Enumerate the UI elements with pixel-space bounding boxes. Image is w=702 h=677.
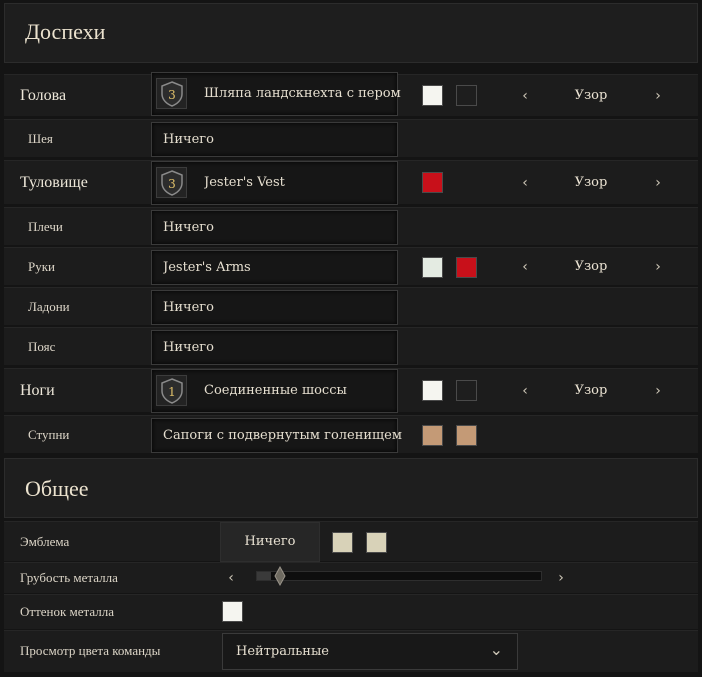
pattern-next-arrow-icon[interactable]: › — [653, 257, 663, 277]
slot-arms[interactable]: Jester's Arms — [151, 250, 398, 285]
color-swatch-1[interactable] — [422, 85, 443, 106]
armor-row-legs: Ноги 1 Соединенные шоссы ‹ Узор › — [4, 368, 698, 413]
tier-badge: 1 — [156, 375, 187, 406]
pattern-label: Узор — [574, 383, 608, 398]
team-select-value: Нейтральные — [236, 644, 329, 659]
pattern-next-arrow-icon[interactable]: › — [653, 381, 663, 401]
armor-row-shoulders: Плечи Ничего — [4, 207, 698, 245]
slot-legs[interactable]: 1 Соединенные шоссы — [151, 369, 398, 413]
slot-item-name: Ничего — [163, 132, 214, 147]
roughness-slider-fill — [257, 572, 271, 580]
roughness-slider-track[interactable] — [256, 571, 542, 581]
row-label-shoulders: Плечи — [28, 219, 63, 234]
pattern-prev-arrow-icon[interactable]: ‹ — [520, 173, 530, 193]
row-label-feet: Ступни — [28, 427, 70, 442]
slot-item-name: Шляпа ландскнехта с пером — [204, 86, 401, 101]
pattern-next-arrow-icon[interactable]: › — [653, 86, 663, 106]
row-label-head: Голова — [20, 87, 67, 104]
slot-neck[interactable]: Ничего — [151, 122, 398, 157]
tier-badge: 3 — [156, 78, 187, 109]
color-swatch-2[interactable] — [456, 85, 477, 106]
pattern-label: Узор — [574, 175, 608, 190]
color-swatch-1[interactable] — [422, 425, 443, 446]
armor-row-head: Голова 3 Шляпа ландскнехта с пером ‹ Узо… — [4, 72, 698, 116]
tint-label: Оттенок металла — [20, 604, 115, 619]
slot-item-name: Ничего — [163, 340, 214, 355]
armor-row-arms: Руки Jester's Arms ‹ Узор › — [4, 247, 698, 285]
general-row-emblem: Эмблема Ничего — [4, 521, 698, 562]
slot-item-name: Jester's Vest — [204, 175, 285, 190]
tier-number: 3 — [168, 88, 176, 102]
color-swatch-2[interactable] — [456, 380, 477, 401]
roughness-slider-thumb[interactable] — [274, 565, 286, 587]
armor-row-feet: Ступни Сапоги с подвернутым голенищем — [4, 415, 698, 453]
slot-head[interactable]: 3 Шляпа ландскнехта с пером — [151, 72, 401, 116]
color-swatch-2[interactable] — [456, 425, 477, 446]
row-label-torso: Туловище — [20, 174, 88, 191]
slot-item-name: Ничего — [163, 300, 214, 315]
armor-row-neck: Шея Ничего — [4, 119, 698, 157]
color-swatch-1[interactable] — [422, 172, 443, 193]
slot-item-name: Ничего — [163, 220, 214, 235]
team-select[interactable]: Нейтральные ⌄ — [222, 633, 518, 670]
tier-number: 3 — [168, 177, 176, 191]
roughness-label: Грубость металла — [20, 570, 118, 585]
armor-row-belt: Пояс Ничего — [4, 327, 698, 365]
row-label-palms: Ладони — [28, 299, 70, 314]
slot-item-name: Сапоги с подвернутым голенищем — [163, 428, 402, 443]
general-row-tint: Оттенок металла — [4, 594, 698, 629]
row-label-belt: Пояс — [28, 339, 56, 354]
team-label: Просмотр цвета команды — [20, 643, 161, 658]
pattern-prev-arrow-icon[interactable]: ‹ — [520, 86, 530, 106]
emblem-button[interactable]: Ничего — [220, 522, 320, 562]
armor-section-title: Доспехи — [25, 19, 106, 44]
row-label-legs: Ноги — [20, 382, 55, 399]
slot-belt[interactable]: Ничего — [151, 330, 398, 365]
chevron-down-icon: ⌄ — [489, 640, 503, 659]
emblem-label: Эмблема — [20, 534, 70, 549]
slot-feet[interactable]: Сапоги с подвернутым голенищем — [151, 418, 402, 453]
tier-badge: 3 — [156, 167, 187, 198]
color-swatch-1[interactable] — [422, 257, 443, 278]
slot-palms[interactable]: Ничего — [151, 290, 398, 325]
emblem-value: Ничего — [244, 534, 296, 549]
emblem-color-swatch-1[interactable] — [332, 532, 353, 553]
emblem-color-swatch-2[interactable] — [366, 532, 387, 553]
slot-torso[interactable]: 3 Jester's Vest — [151, 161, 398, 205]
roughness-increase-arrow-icon[interactable]: › — [556, 568, 566, 588]
tier-number: 1 — [168, 385, 176, 399]
slot-shoulders[interactable]: Ничего — [151, 210, 398, 245]
color-swatch-2[interactable] — [456, 257, 477, 278]
slot-item-name: Соединенные шоссы — [204, 383, 347, 398]
general-section-title: Общее — [25, 476, 89, 501]
tint-color-swatch[interactable] — [222, 601, 243, 622]
armor-section-header: Доспехи — [4, 3, 698, 63]
roughness-decrease-arrow-icon[interactable]: ‹ — [226, 568, 236, 588]
slot-item-name: Jester's Arms — [163, 260, 251, 275]
pattern-label: Узор — [574, 259, 608, 274]
row-label-arms: Руки — [28, 259, 56, 274]
pattern-label: Узор — [574, 88, 608, 103]
pattern-prev-arrow-icon[interactable]: ‹ — [520, 381, 530, 401]
pattern-prev-arrow-icon[interactable]: ‹ — [520, 257, 530, 277]
pattern-next-arrow-icon[interactable]: › — [653, 173, 663, 193]
color-swatch-1[interactable] — [422, 380, 443, 401]
armor-row-palms: Ладони Ничего — [4, 287, 698, 325]
armor-row-torso: Туловище 3 Jester's Vest ‹ Узор › — [4, 160, 698, 205]
general-row-team: Просмотр цвета команды Нейтральные ⌄ — [4, 630, 698, 672]
general-section-header: Общее — [4, 458, 698, 518]
general-row-roughness: Грубость металла ‹ › — [4, 562, 698, 593]
row-label-neck: Шея — [28, 131, 53, 146]
